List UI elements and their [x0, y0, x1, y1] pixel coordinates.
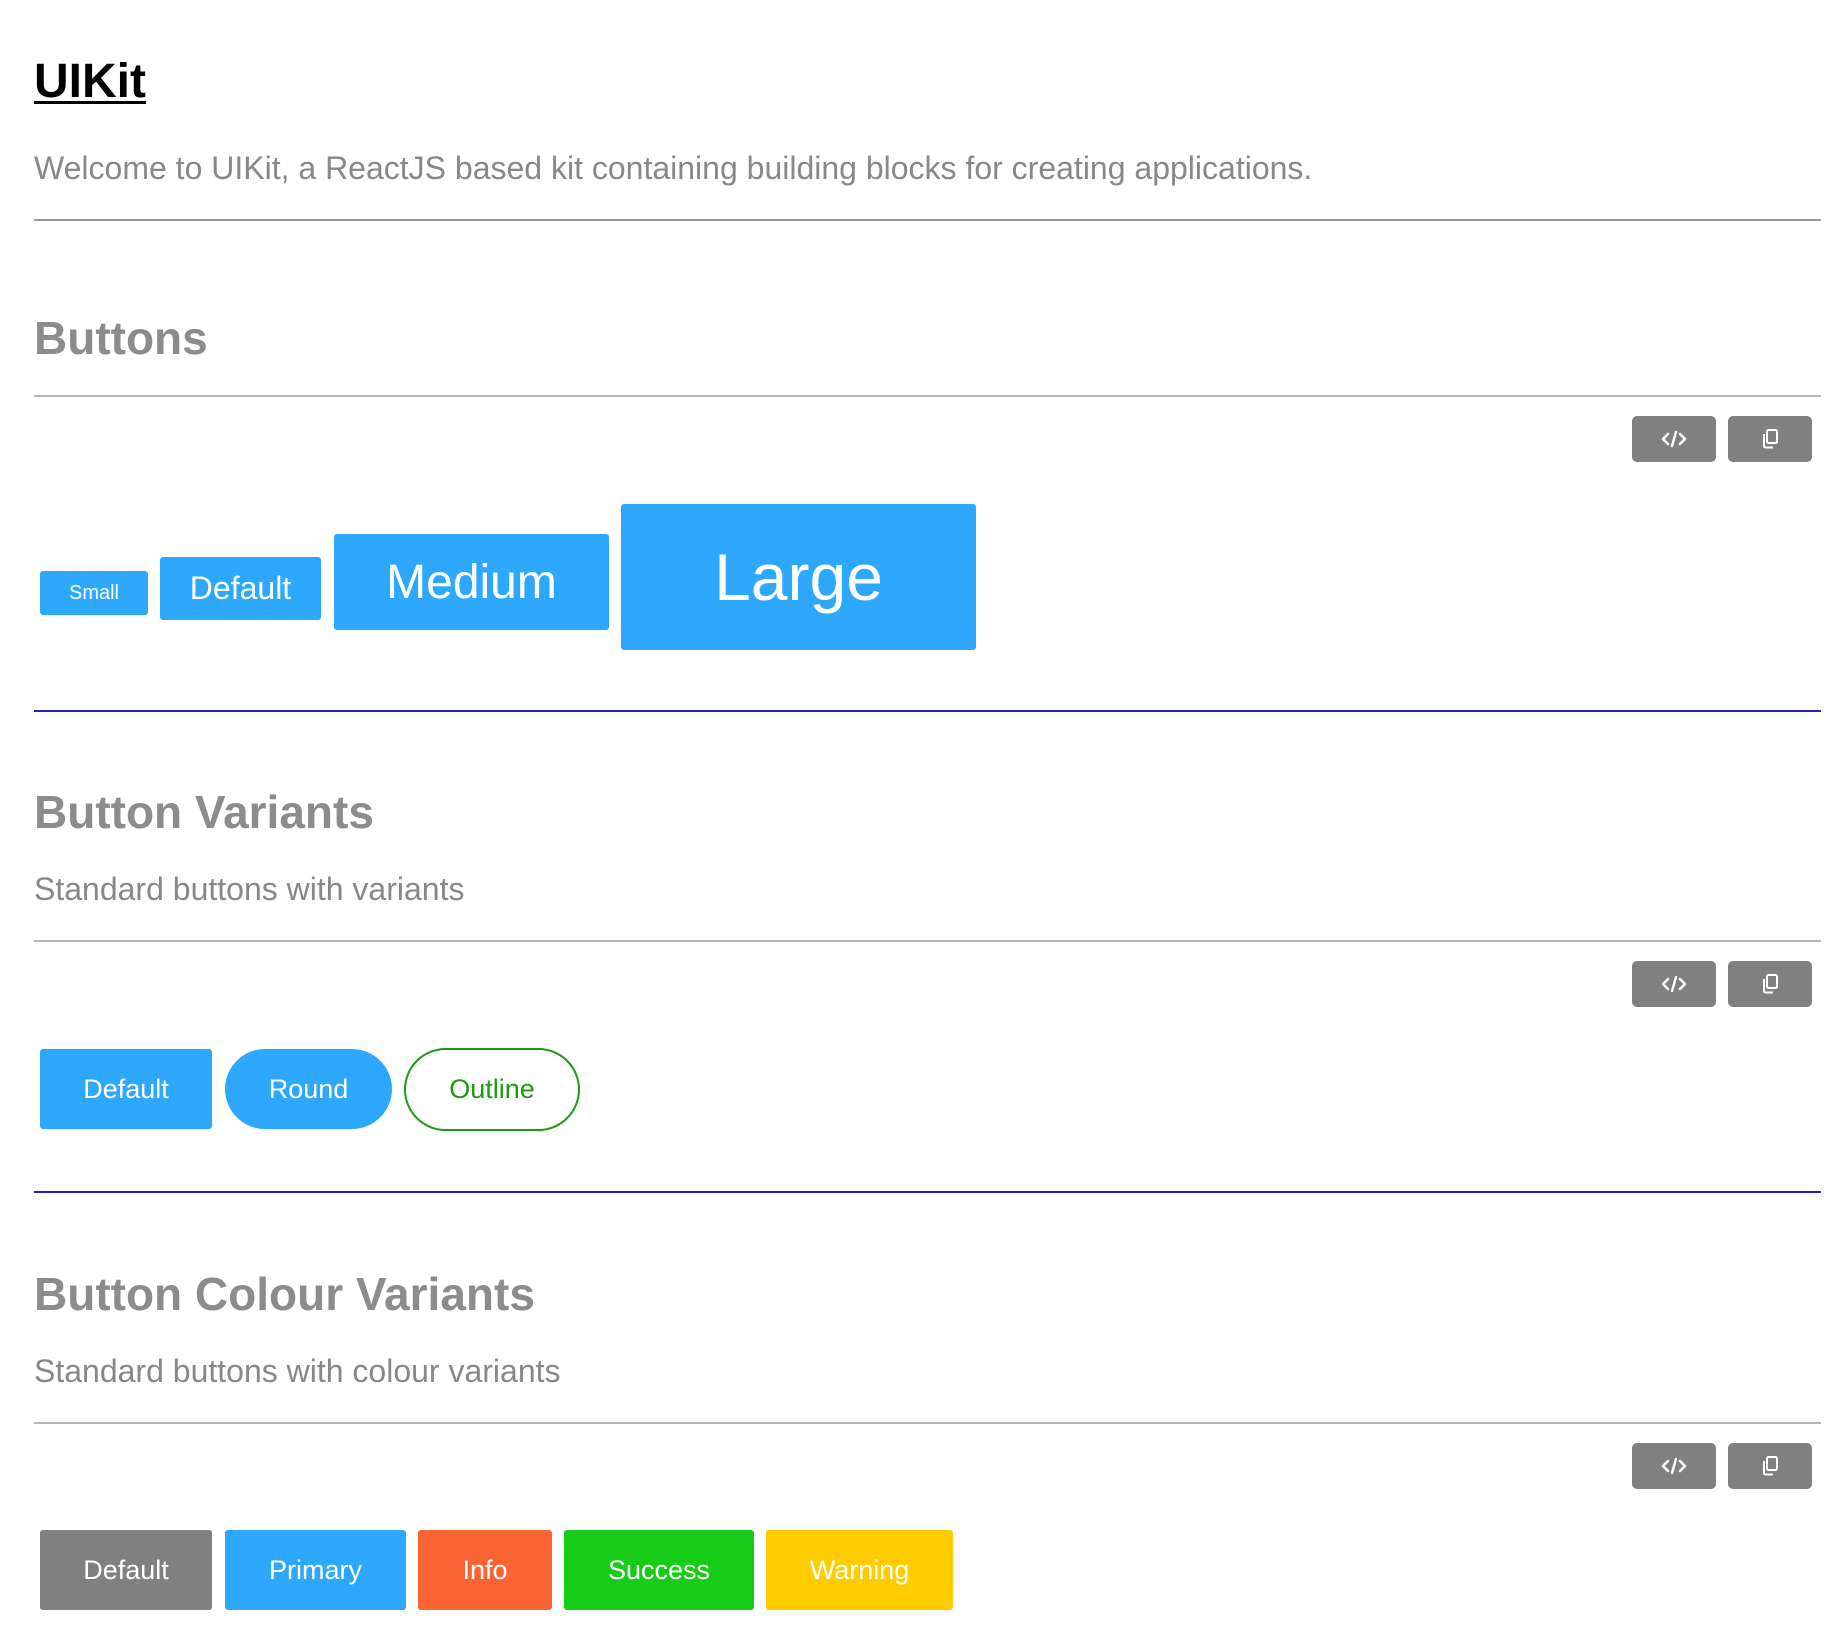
section-divider	[34, 710, 1821, 712]
section-divider	[34, 1191, 1821, 1193]
round-variant-button[interactable]: Round	[225, 1049, 392, 1129]
default-size-button[interactable]: Default	[160, 557, 321, 620]
code-icon	[1661, 430, 1687, 448]
section-header-divider	[34, 395, 1821, 397]
section-title-variants: Button Variants	[34, 786, 374, 838]
code-icon	[1661, 975, 1687, 993]
copy-icon	[1763, 1456, 1778, 1476]
default-variant-button[interactable]: Default	[40, 1049, 212, 1129]
copy-code-button[interactable]	[1728, 961, 1812, 1007]
section-title-buttons: Buttons	[34, 312, 208, 364]
copy-icon	[1763, 974, 1778, 994]
copy-code-button[interactable]	[1728, 1443, 1812, 1489]
small-button[interactable]: Small	[40, 571, 148, 615]
copy-code-button[interactable]	[1728, 416, 1812, 462]
view-code-button[interactable]	[1632, 416, 1716, 462]
section-description-variants: Standard buttons with variants	[34, 871, 465, 907]
section-title-colours: Button Colour Variants	[34, 1268, 535, 1320]
large-button[interactable]: Large	[621, 504, 976, 650]
success-colour-button[interactable]: Success	[564, 1530, 754, 1610]
info-colour-button[interactable]: Info	[418, 1530, 552, 1610]
section-description-colours: Standard buttons with colour variants	[34, 1353, 561, 1389]
code-icon	[1661, 1457, 1687, 1475]
copy-icon	[1763, 429, 1778, 449]
outline-variant-button[interactable]: Outline	[404, 1048, 580, 1131]
view-code-button[interactable]	[1632, 1443, 1716, 1489]
default-colour-button[interactable]: Default	[40, 1530, 212, 1610]
view-code-button[interactable]	[1632, 961, 1716, 1007]
page-title: UIKit	[34, 55, 146, 108]
page-subtitle: Welcome to UIKit, a ReactJS based kit co…	[34, 150, 1313, 186]
medium-button[interactable]: Medium	[334, 534, 609, 630]
section-header-divider	[34, 1422, 1821, 1424]
section-header-divider	[34, 940, 1821, 942]
primary-colour-button[interactable]: Primary	[225, 1530, 406, 1610]
warning-colour-button[interactable]: Warning	[766, 1530, 953, 1610]
header-divider	[34, 219, 1821, 221]
